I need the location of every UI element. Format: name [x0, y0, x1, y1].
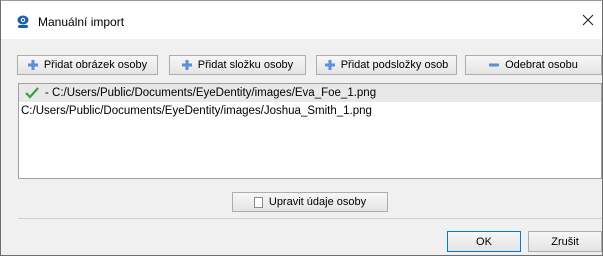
minus-icon	[489, 63, 500, 67]
remove-person-label: Odebrat osobu	[505, 59, 578, 71]
plus-icon	[27, 60, 38, 70]
add-person-folder-label: Přidat složku osoby	[197, 59, 294, 71]
divider	[18, 218, 602, 219]
plus-icon	[324, 60, 335, 70]
add-person-image-button[interactable]: Přidat obrázek osoby	[17, 55, 158, 75]
add-person-image-label: Přidat obrázek osoby	[43, 59, 148, 71]
edit-person-label: Upravit údaje osoby	[268, 196, 367, 208]
ok-label: OK	[476, 235, 492, 248]
cancel-button[interactable]: Zrušit	[528, 231, 602, 252]
title-bar: Manuální import	[1, 1, 602, 39]
edit-person-button[interactable]: Upravit údaje osoby	[232, 192, 388, 212]
file-list[interactable]: - C:/Users/Public/Documents/EyeDentity/i…	[18, 83, 602, 179]
window-title: Manuální import	[38, 15, 125, 29]
manual-import-dialog: Manuální import Přidat obrázek osoby Při…	[0, 0, 603, 256]
list-item-path: - C:/Users/Public/Documents/EyeDentity/i…	[45, 87, 377, 99]
add-person-folder-button[interactable]: Přidat složku osoby	[169, 55, 306, 75]
check-icon	[25, 87, 39, 99]
add-person-subfolders-button[interactable]: Přidat podsložky osob	[316, 55, 457, 75]
close-icon[interactable]	[580, 12, 596, 28]
add-person-subfolders-label: Přidat podsložky osob	[340, 59, 449, 71]
cancel-label: Zrušit	[551, 235, 579, 248]
document-icon	[253, 196, 263, 208]
remove-person-button[interactable]: Odebrat osobu	[465, 55, 602, 75]
list-item[interactable]: - C:/Users/Public/Documents/EyeDentity/i…	[19, 84, 601, 102]
plus-icon	[181, 60, 192, 70]
eye-app-icon	[17, 15, 29, 28]
list-item[interactable]: C:/Users/Public/Documents/EyeDentity/ima…	[19, 102, 601, 120]
ok-button[interactable]: OK	[447, 231, 521, 252]
list-item-path: C:/Users/Public/Documents/EyeDentity/ima…	[21, 105, 372, 117]
